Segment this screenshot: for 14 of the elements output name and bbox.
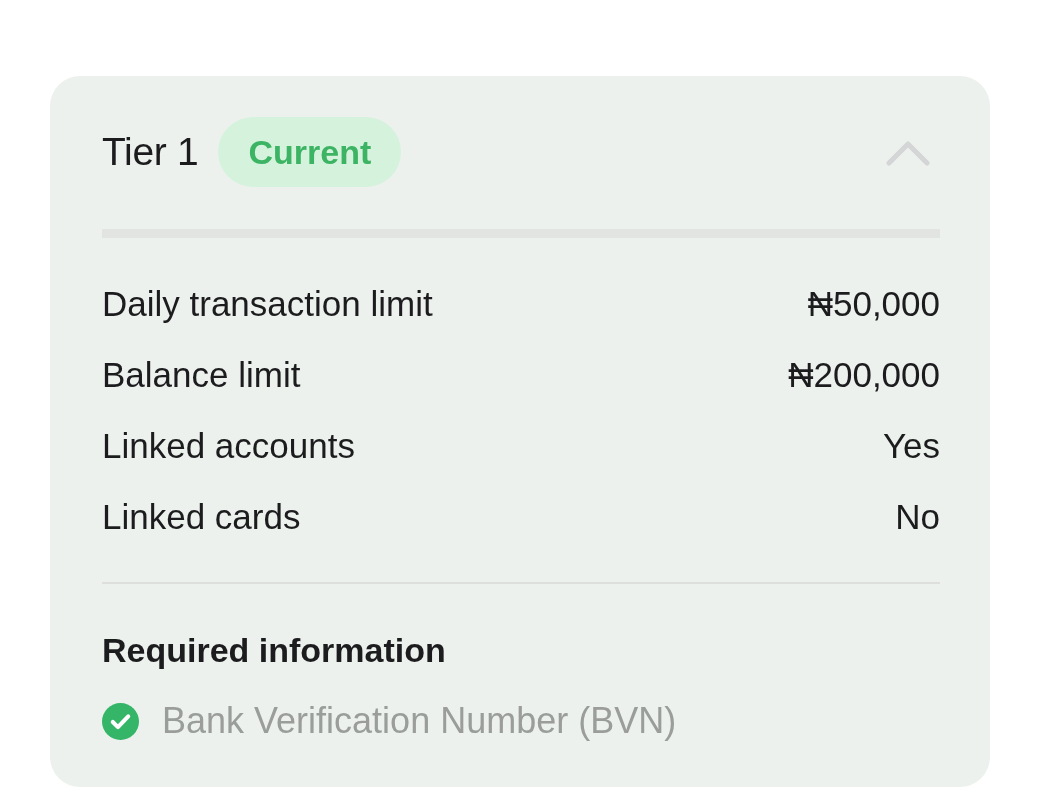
tier-title: Tier 1 — [102, 130, 199, 174]
status-badge: Current — [218, 117, 402, 187]
limit-value: ₦50,000 — [807, 283, 940, 324]
limit-label: Daily transaction limit — [102, 283, 433, 324]
chevron-up-icon — [886, 138, 930, 166]
limit-label: Balance limit — [102, 354, 301, 395]
limit-label: Linked cards — [102, 496, 301, 537]
limit-value: ₦200,000 — [788, 354, 940, 395]
limit-value: Yes — [882, 425, 940, 466]
requirement-label: Bank Verification Number (BVN) — [162, 700, 677, 742]
collapse-toggle[interactable] — [886, 138, 930, 166]
limit-value: No — [895, 496, 940, 537]
section-heading: Required information — [102, 630, 446, 670]
limit-label: Linked accounts — [102, 425, 355, 466]
